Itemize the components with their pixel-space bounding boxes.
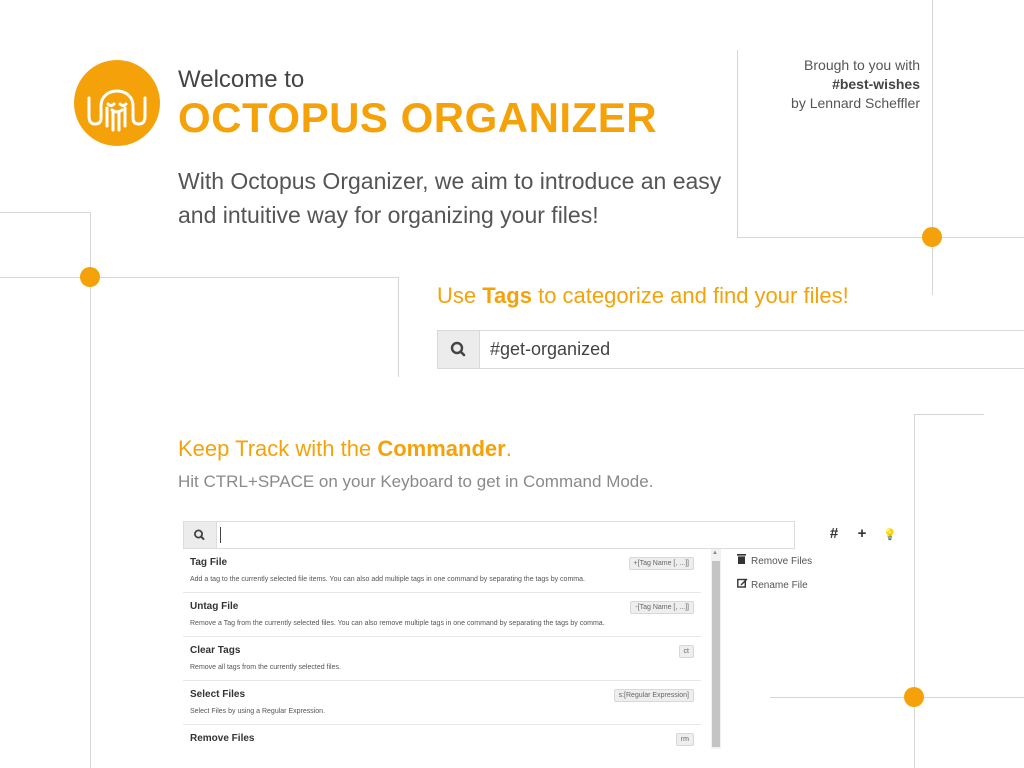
rename-file-label: Rename File (751, 580, 808, 591)
rename-file-action[interactable]: Rename File (737, 578, 808, 591)
command-name: Untag File (190, 601, 239, 612)
add-button[interactable]: + (848, 525, 876, 542)
divider-line (770, 697, 1024, 698)
scrollbar-thumb[interactable] (712, 561, 720, 747)
tags-heading-prefix: Use (437, 283, 483, 308)
remove-files-action[interactable]: Remove Files (737, 554, 812, 567)
text-caret (220, 527, 221, 543)
tag-search-input[interactable]: #get-organized (437, 330, 1024, 369)
command-list-scrollbar[interactable]: ▲ (711, 549, 721, 749)
divider-line (914, 414, 984, 415)
accent-dot (922, 227, 942, 247)
command-item[interactable]: Select Files Select Files by using a Reg… (183, 681, 701, 725)
command-shortcut: rm (675, 733, 694, 746)
accent-dot (904, 687, 924, 707)
search-icon (184, 522, 217, 548)
command-shortcut: +[Tag Name [, ...]] (628, 557, 694, 570)
remove-files-label: Remove Files (751, 556, 813, 567)
search-icon (438, 331, 480, 368)
tags-heading: Use Tags to categorize and find your fil… (437, 283, 849, 309)
commander-toolbar: # + 💡 (820, 525, 904, 542)
credit-block: Brough to you with #best-wishes by Lenna… (791, 56, 920, 113)
tags-heading-bold: Tags (482, 283, 532, 308)
edit-icon (737, 578, 751, 591)
divider-line (932, 0, 933, 295)
command-name: Remove Files (190, 733, 255, 744)
command-item[interactable]: Tag File Add a tag to the currently sele… (183, 549, 701, 593)
command-description: Remove all tags from the currently selec… (190, 664, 341, 671)
command-name: Select Files (190, 689, 246, 700)
commander-heading: Keep Track with the Commander. (178, 436, 512, 462)
octopus-logo (74, 60, 160, 146)
commander-subtitle: Hit CTRL+SPACE on your Keyboard to get i… (178, 472, 654, 491)
tags-heading-suffix: to categorize and find your files! (531, 283, 849, 308)
command-item[interactable]: Untag File Remove a Tag from the current… (183, 593, 701, 637)
command-item[interactable]: Remove Files rm (183, 725, 701, 749)
command-shortcut: s:[Regular Expression] (613, 689, 694, 702)
commander-heading-prefix: Keep Track with the (178, 436, 378, 461)
credit-hashtag: #best-wishes (832, 76, 920, 92)
accent-dot (80, 267, 100, 287)
commander-heading-suffix: . (505, 436, 512, 461)
credit-line: Brough to you with (804, 57, 920, 73)
command-input[interactable] (183, 521, 795, 549)
tag-search-value: #get-organized (490, 339, 611, 359)
command-item[interactable]: Clear Tags Remove all tags from the curr… (183, 637, 701, 681)
command-description: Add a tag to the currently selected file… (190, 576, 585, 583)
intro-text: With Octopus Organizer, we aim to introd… (178, 168, 722, 228)
command-shortcut: -[Tag Name [, ...]] (630, 601, 694, 614)
divider-line (737, 237, 1024, 238)
divider-line (90, 212, 91, 768)
welcome-label: Welcome to (178, 66, 305, 93)
command-list: Tag File Add a tag to the currently sele… (183, 549, 701, 749)
trash-icon (737, 554, 751, 567)
command-shortcut: ct (678, 645, 694, 658)
divider-line (0, 277, 398, 278)
credit-author: by Lennard Scheffler (791, 95, 920, 111)
octopus-icon (87, 89, 147, 132)
app-title: OCTOPUS ORGANIZER (178, 94, 658, 141)
lightbulb-button[interactable]: 💡 (876, 528, 904, 541)
divider-line (914, 414, 915, 768)
command-name: Clear Tags (190, 645, 241, 656)
tag-hash-button[interactable]: # (820, 525, 848, 542)
command-description: Select Files by using a Regular Expressi… (190, 708, 326, 715)
commander-heading-bold: Commander (377, 436, 506, 461)
divider-line (0, 212, 90, 213)
scroll-up-arrow-icon[interactable]: ▲ (712, 550, 718, 556)
command-description: Remove a Tag from the currently selected… (190, 620, 605, 627)
divider-line (398, 277, 399, 377)
command-name: Tag File (190, 557, 228, 568)
